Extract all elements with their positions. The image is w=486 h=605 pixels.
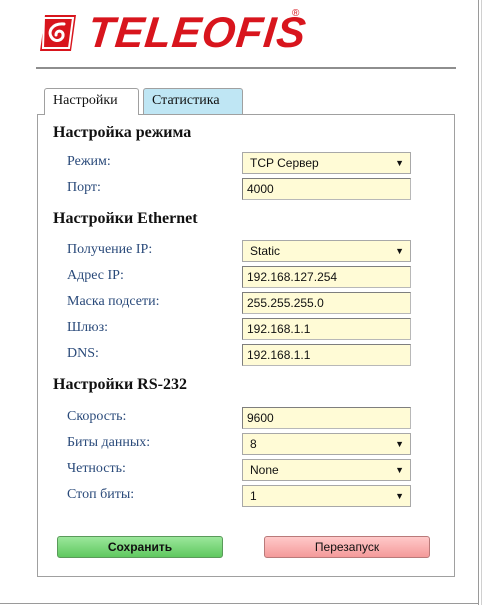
window-border-right-outer bbox=[481, 0, 482, 605]
mode-select[interactable]: TCP Сервер ▼ bbox=[242, 152, 411, 174]
data-bits-select-value: 8 bbox=[250, 437, 257, 451]
parity-label: Четность: bbox=[67, 461, 126, 476]
stop-bits-select[interactable]: 1 ▼ bbox=[242, 485, 411, 507]
restart-button[interactable]: Перезапуск bbox=[264, 536, 430, 558]
chevron-down-icon: ▼ bbox=[395, 439, 404, 449]
parity-select-value: None bbox=[250, 463, 279, 477]
chevron-down-icon: ▼ bbox=[395, 246, 404, 256]
registered-mark: ® bbox=[292, 8, 300, 19]
chevron-down-icon: ▼ bbox=[395, 465, 404, 475]
stop-bits-label: Стоп биты: bbox=[67, 487, 135, 502]
window-border-right bbox=[478, 0, 479, 605]
subnet-mask-label: Маска подсети: bbox=[67, 294, 160, 309]
dns-label: DNS: bbox=[67, 346, 99, 361]
section-title-mode: Настройка режима bbox=[53, 124, 192, 141]
port-input[interactable]: 4000 bbox=[242, 178, 411, 200]
ip-mode-select-value: Static bbox=[250, 244, 281, 258]
save-button[interactable]: Сохранить bbox=[57, 536, 223, 558]
header-divider bbox=[36, 67, 456, 69]
ip-address-input[interactable]: 192.168.127.254 bbox=[242, 266, 411, 288]
tab-settings[interactable]: Настройки bbox=[44, 88, 139, 115]
ip-mode-label: Получение IP: bbox=[67, 242, 153, 257]
window-border-bottom bbox=[0, 603, 479, 604]
section-title-rs232: Настройки RS-232 bbox=[53, 376, 187, 393]
chevron-down-icon: ▼ bbox=[395, 158, 404, 168]
chevron-down-icon: ▼ bbox=[395, 491, 404, 501]
dns-input[interactable]: 192.168.1.1 bbox=[242, 344, 411, 366]
baud-rate-label: Скорость: bbox=[67, 409, 127, 424]
gateway-label: Шлюз: bbox=[67, 320, 108, 335]
stop-bits-select-value: 1 bbox=[250, 489, 257, 503]
ip-mode-select[interactable]: Static ▼ bbox=[242, 240, 411, 262]
ip-address-label: Адрес IP: bbox=[67, 268, 124, 283]
brand-logo: TELEOFIS bbox=[36, 8, 309, 58]
baud-rate-input[interactable]: 9600 bbox=[242, 407, 411, 429]
gateway-input[interactable]: 192.168.1.1 bbox=[242, 318, 411, 340]
port-label: Порт: bbox=[67, 180, 101, 195]
parity-select[interactable]: None ▼ bbox=[242, 459, 411, 481]
data-bits-label: Биты данных: bbox=[67, 435, 151, 450]
teleofis-logo-icon bbox=[40, 15, 76, 51]
data-bits-select[interactable]: 8 ▼ bbox=[242, 433, 411, 455]
mode-select-value: TCP Сервер bbox=[250, 156, 319, 170]
mode-label: Режим: bbox=[67, 154, 111, 169]
tab-statistics[interactable]: Статистика bbox=[143, 88, 243, 114]
subnet-mask-input[interactable]: 255.255.255.0 bbox=[242, 292, 411, 314]
brand-name: TELEOFIS bbox=[85, 8, 309, 57]
section-title-ethernet: Настройки Ethernet bbox=[53, 210, 198, 227]
